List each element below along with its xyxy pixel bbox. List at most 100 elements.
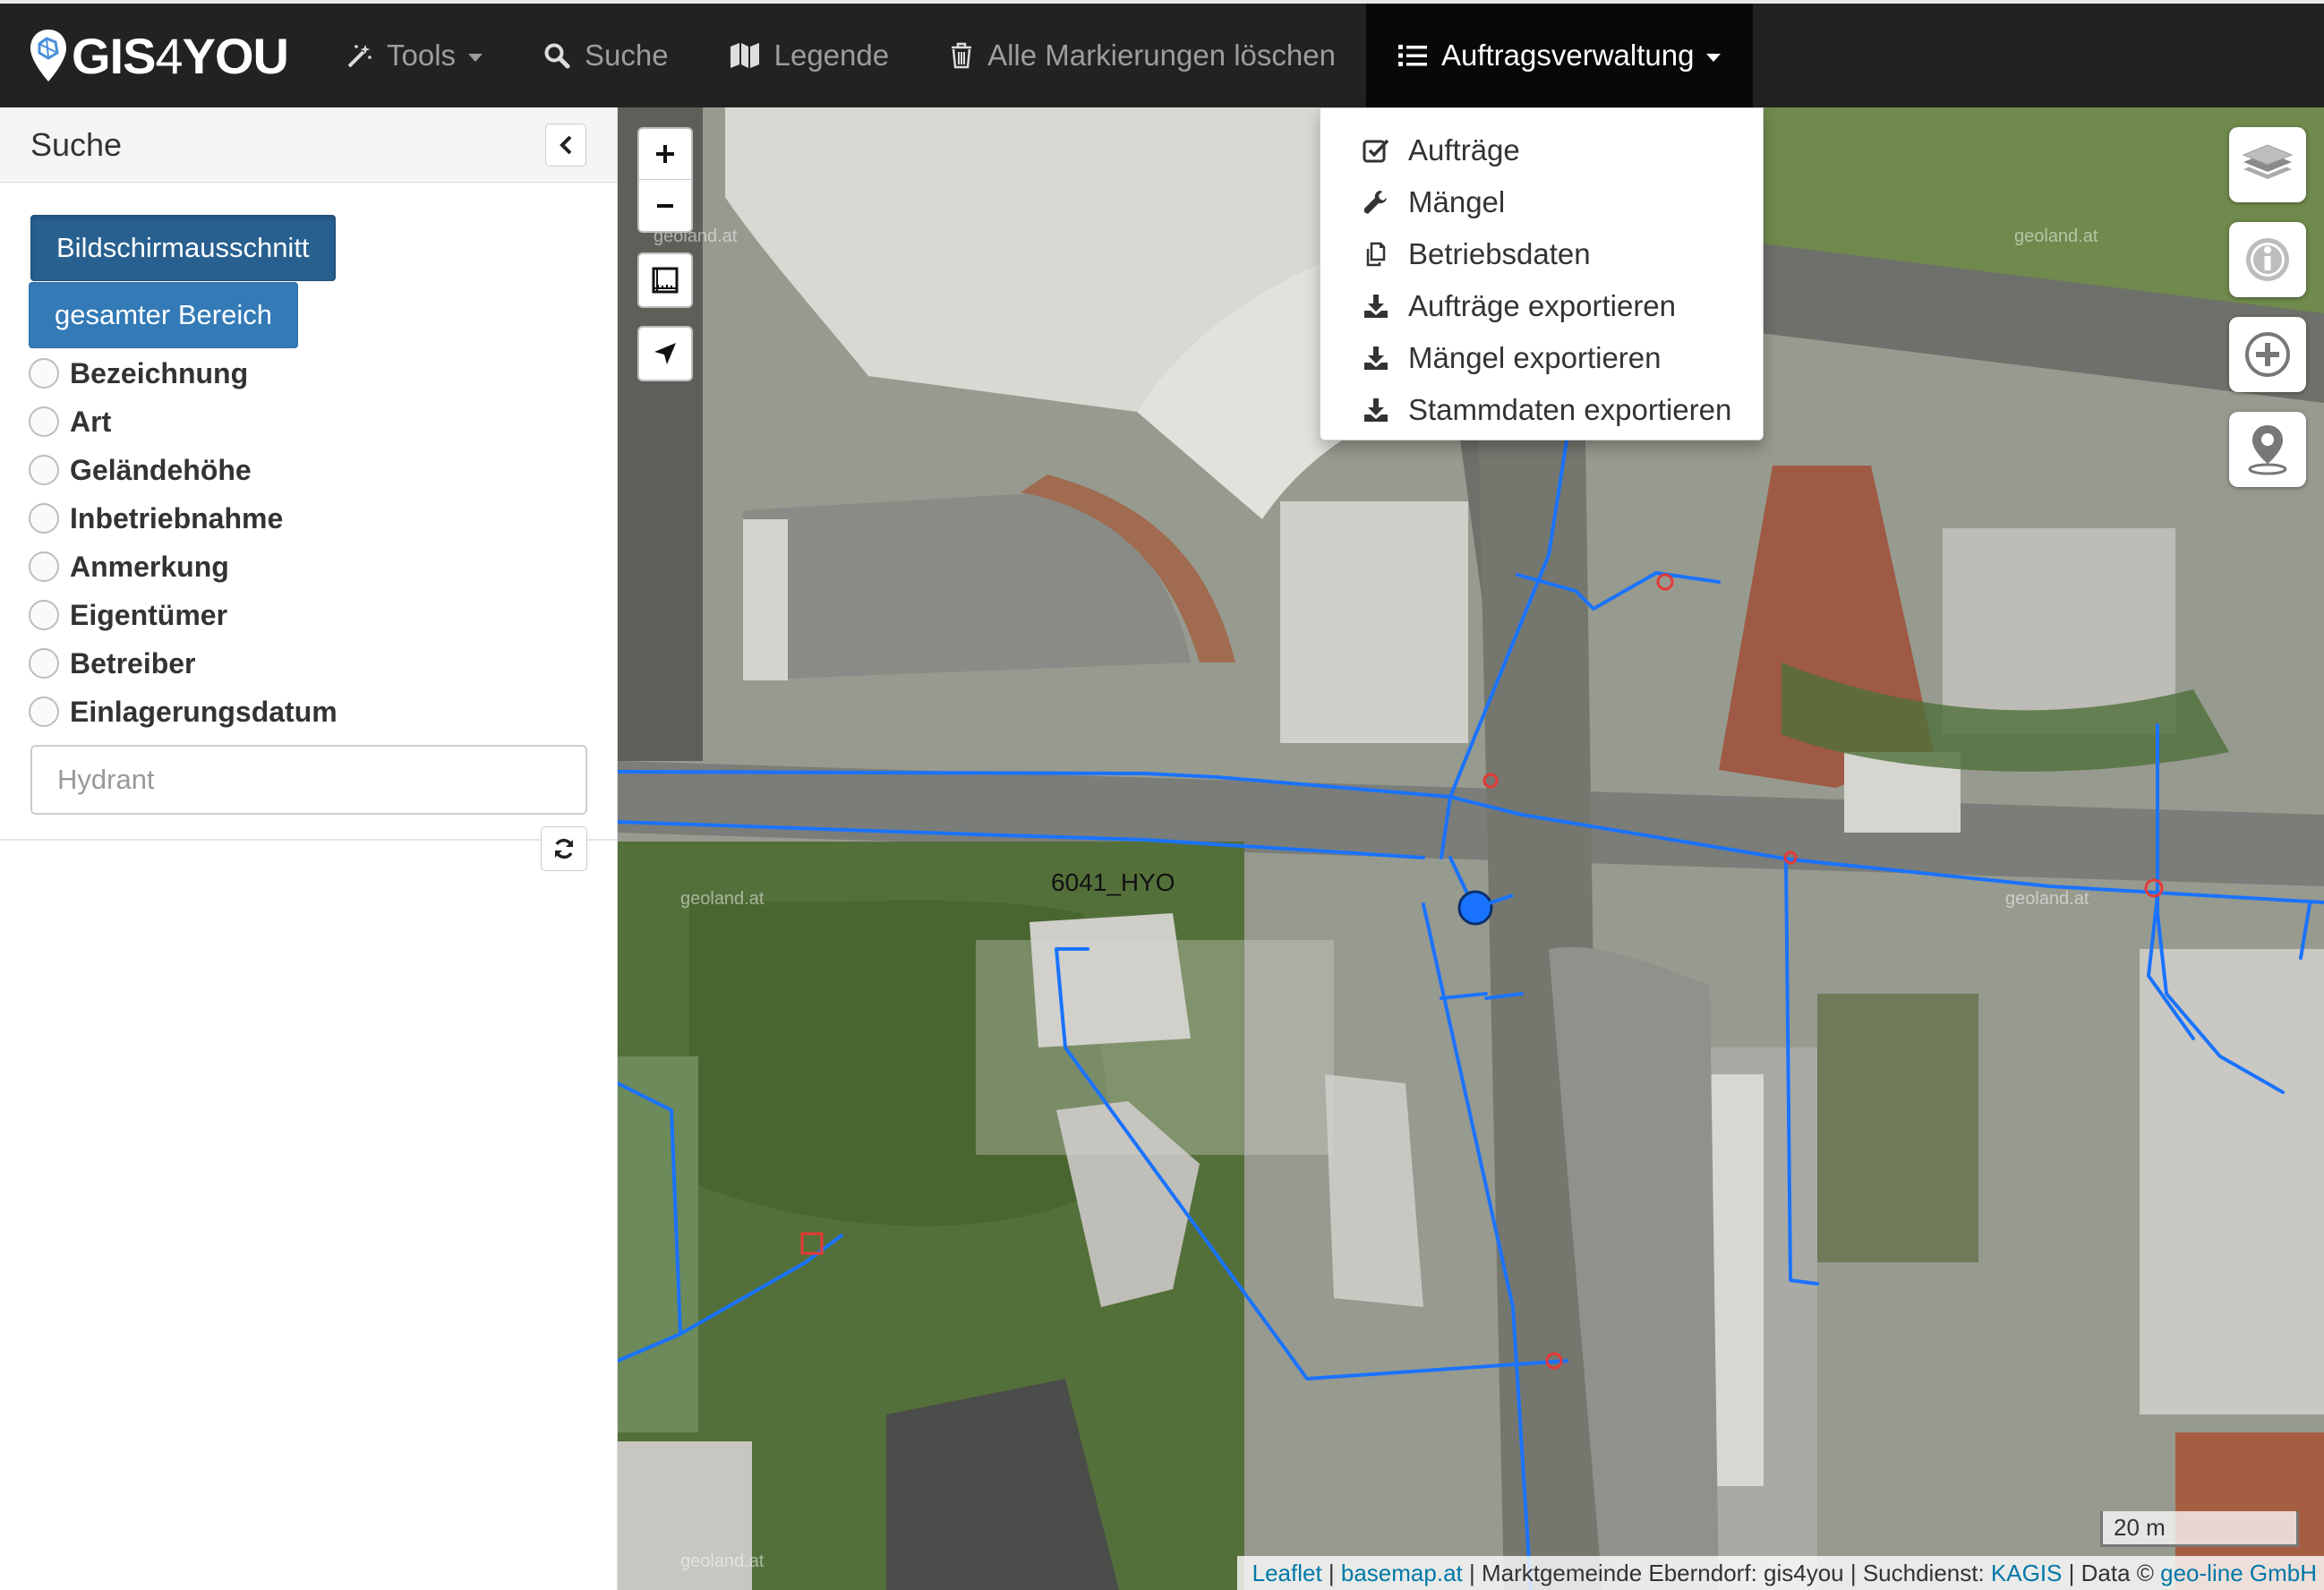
leaflet-link[interactable]: Leaflet: [1252, 1560, 1322, 1587]
radio-option-eigentuemer[interactable]: Eigentümer: [29, 591, 337, 639]
nav-tools[interactable]: Tools: [315, 4, 513, 107]
radio-button[interactable]: [29, 697, 59, 727]
kagis-link[interactable]: KAGIS: [1991, 1560, 2062, 1587]
map-marker-icon: [2248, 425, 2287, 475]
radio-button[interactable]: [29, 358, 59, 389]
menu-item-label: Mängel exportieren: [1408, 341, 1662, 374]
map-icon: [730, 42, 760, 69]
menu-item-auftraege-exportieren[interactable]: Aufträge exportieren: [1320, 280, 1763, 332]
nav-auftragsverwaltung[interactable]: Auftragsverwaltung: [1365, 4, 1754, 107]
layers-icon: [2242, 144, 2294, 179]
radio-label: Anmerkung: [70, 550, 229, 583]
radio-label: Inbetriebnahme: [70, 501, 284, 534]
location-arrow-icon: [654, 343, 676, 364]
list-icon: [1397, 44, 1427, 67]
radio-button[interactable]: [29, 503, 59, 534]
wrench-icon: [1362, 189, 1390, 216]
menu-item-betriebsdaten[interactable]: Betriebsdaten: [1320, 228, 1763, 280]
attribution-separator: |: [1321, 1559, 1341, 1586]
radio-button[interactable]: [29, 406, 59, 437]
nav-suche[interactable]: Suche: [513, 4, 699, 107]
radio-label: Geländehöhe: [70, 453, 252, 486]
menu-item-label: Stammdaten exportieren: [1408, 393, 1732, 426]
watermark-text: geoland.at: [2014, 227, 2098, 246]
radio-option-gelaendehoehe[interactable]: Geländehöhe: [29, 446, 337, 494]
zoom-out-button[interactable]: [639, 180, 691, 231]
radio-option-einlagerungsdatum[interactable]: Einlagerungsdatum: [29, 688, 337, 736]
brand-prefix: GIS: [72, 27, 156, 84]
radio-option-art[interactable]: Art: [29, 398, 337, 446]
refresh-icon: [555, 838, 573, 859]
nav-legende-label: Legende: [773, 38, 890, 72]
magic-wand-icon: [346, 42, 372, 69]
sidebar-title: Suche: [30, 125, 123, 163]
watermark-text: geoland.at: [680, 889, 765, 909]
radio-option-inbetriebnahme[interactable]: Inbetriebnahme: [29, 494, 337, 543]
sidebar-collapse-button[interactable]: [545, 123, 586, 167]
menu-item-stammdaten-exportieren[interactable]: Stammdaten exportieren: [1320, 384, 1763, 436]
download-icon: [1362, 293, 1390, 320]
nav-suche-label: Suche: [585, 38, 669, 72]
nav-alle-markierungen-loeschen-label: Alle Markierungen löschen: [987, 38, 1336, 72]
info-icon: [2246, 238, 2289, 281]
radio-button[interactable]: [29, 648, 59, 679]
radio-option-anmerkung[interactable]: Anmerkung: [29, 543, 337, 591]
full-area-search-button[interactable]: gesamter Bereich: [29, 282, 298, 348]
chevron-down-icon: [468, 53, 483, 62]
chevron-left-icon: [560, 135, 572, 154]
radio-label: Art: [70, 405, 112, 438]
nav-tools-label: Tools: [386, 38, 457, 72]
radio-option-bezeichnung[interactable]: Bezeichnung: [29, 349, 337, 398]
layers-button[interactable]: [2229, 127, 2306, 202]
check-square-icon: [1362, 138, 1390, 163]
radio-button[interactable]: [29, 600, 59, 630]
add-button[interactable]: [2229, 317, 2306, 392]
menu-item-label: Aufträge exportieren: [1408, 289, 1677, 322]
search-field-radio-group: Bezeichnung Art Geländehöhe Inbetriebnah…: [29, 349, 337, 736]
zoom-in-button[interactable]: [639, 129, 691, 180]
brand-logo[interactable]: GIS 4 YOU: [0, 4, 315, 107]
info-button[interactable]: [2229, 222, 2306, 297]
attribution-text: | Marktgemeinde Eberndorf: gis4you | Suc…: [1462, 1559, 1991, 1586]
search-input[interactable]: [30, 745, 587, 815]
plus-icon: [656, 145, 674, 163]
menu-item-maengel-exportieren[interactable]: Mängel exportieren: [1320, 332, 1763, 384]
watermark-text: geoland.at: [680, 1552, 765, 1571]
radio-option-betreiber[interactable]: Betreiber: [29, 639, 337, 688]
basemap-link[interactable]: basemap.at: [1341, 1560, 1463, 1587]
menu-item-label: Betriebsdaten: [1408, 237, 1591, 270]
location-pin-logo-icon: [30, 30, 66, 81]
search-icon: [543, 42, 570, 69]
auftragsverwaltung-dropdown-menu: Aufträge Mängel Betriebsdaten Aufträge e…: [1320, 107, 1764, 440]
menu-item-auftraege[interactable]: Aufträge: [1320, 124, 1763, 176]
refresh-button[interactable]: [541, 826, 587, 871]
nav-legende[interactable]: Legende: [699, 4, 919, 107]
map-attribution: Leaflet | basemap.at | Marktgemeinde Ebe…: [1237, 1556, 2324, 1590]
radio-label: Eigentümer: [70, 598, 228, 631]
locate-button[interactable]: [637, 326, 693, 381]
brand-suffix: YOU: [182, 27, 289, 84]
viewport-search-button[interactable]: Bildschirmausschnitt: [30, 215, 336, 281]
zoom-control: [637, 127, 693, 233]
download-icon: [1362, 345, 1390, 372]
sidebar-header: Suche: [0, 107, 617, 183]
radio-button[interactable]: [29, 551, 59, 582]
geo-line-link[interactable]: geo-line GmbH: [2160, 1560, 2317, 1587]
minus-icon: [657, 203, 673, 208]
add-marker-button[interactable]: [2229, 412, 2306, 487]
menu-item-maengel[interactable]: Mängel: [1320, 176, 1763, 228]
ruler-frame-icon: [652, 267, 679, 294]
radio-label: Betreiber: [70, 646, 196, 680]
hydrant-marker-label: 6041_HYO: [1051, 868, 1175, 896]
plus-circle-icon: [2245, 332, 2290, 377]
radio-label: Einlagerungsdatum: [70, 695, 337, 728]
download-icon: [1362, 397, 1390, 423]
chevron-down-icon: [1706, 53, 1722, 62]
trash-icon: [950, 42, 973, 69]
nav-alle-markierungen-loeschen[interactable]: Alle Markierungen löschen: [919, 4, 1366, 107]
menu-item-label: Aufträge: [1408, 133, 1520, 167]
menu-item-label: Mängel: [1408, 185, 1506, 218]
attribution-text: | Data ©: [2062, 1559, 2161, 1586]
measure-button[interactable]: [637, 252, 693, 308]
radio-button[interactable]: [29, 455, 59, 485]
